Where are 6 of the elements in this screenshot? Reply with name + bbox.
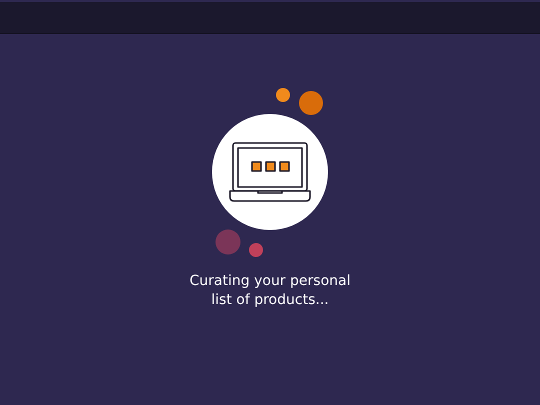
decor-dot (216, 230, 240, 254)
decor-dot (299, 91, 323, 115)
laptop-icon (229, 142, 311, 202)
decor-dot (249, 243, 263, 257)
loading-message: Curating your personal list of products... (188, 272, 352, 310)
decor-dot (276, 88, 290, 102)
